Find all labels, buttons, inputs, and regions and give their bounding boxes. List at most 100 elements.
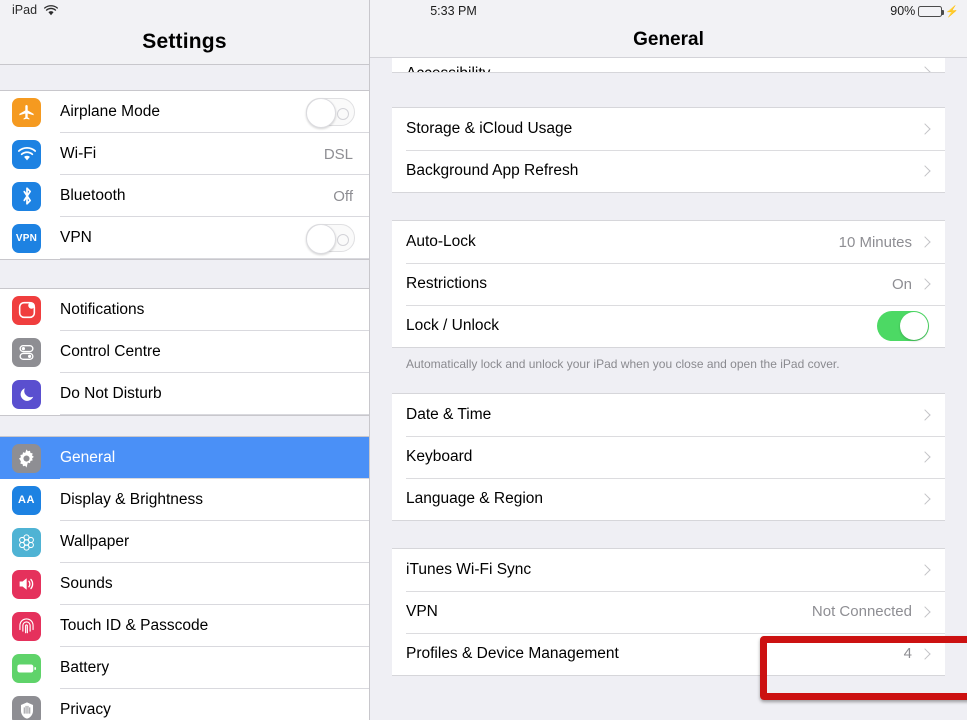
- sidebar-group-gap: [0, 259, 369, 289]
- settings-row-label: Accessibility: [406, 67, 921, 72]
- privacy-icon: [12, 695, 41, 720]
- sidebar-item-label: Sounds: [60, 575, 113, 592]
- notifications-icon: [12, 295, 41, 325]
- chevron-right-icon: [919, 408, 931, 421]
- toggle-switch[interactable]: [306, 98, 355, 128]
- wallpaper-icon: [12, 527, 41, 557]
- toggle-switch[interactable]: [877, 311, 929, 341]
- vpn-icon: VPN: [12, 223, 41, 253]
- toggle-switch[interactable]: [306, 224, 355, 254]
- detail-groups: Accessibility Storage & iCloud Usage Backg…: [370, 58, 967, 676]
- general-detail-panel: 5:33 PM 90% ⚡ General Accessibility Stora…: [370, 0, 967, 720]
- control-centre-icon: [12, 337, 41, 367]
- group-gap: [370, 373, 967, 393]
- sounds-icon: [12, 569, 41, 599]
- sidebar-item-label: Bluetooth: [60, 187, 126, 204]
- sidebar-gap-top: [0, 65, 369, 91]
- settings-row-keyboard[interactable]: Keyboard: [392, 435, 945, 478]
- wifi-icon: [12, 139, 41, 169]
- sidebar-item-wi-fi[interactable]: Wi-Fi DSL: [0, 133, 369, 175]
- settings-row-label: Profiles & Device Management: [406, 644, 619, 662]
- settings-row-label: Date & Time: [406, 405, 492, 423]
- wifi-icon: [44, 4, 58, 16]
- chevron-right-icon: [919, 605, 931, 618]
- settings-row-label: VPN: [406, 602, 438, 620]
- detail-status-bar: 5:33 PM 90% ⚡: [370, 0, 967, 22]
- settings-row-label: Language & Region: [406, 489, 544, 507]
- sidebar-item-label: Privacy: [60, 701, 111, 718]
- settings-row-itunes-wi-fi-sync[interactable]: iTunes Wi-Fi Sync: [392, 548, 945, 591]
- settings-group: Storage & iCloud Usage Background App Ref…: [392, 107, 945, 193]
- settings-row-background-app-refresh[interactable]: Background App Refresh: [392, 150, 945, 192]
- row-divider: [60, 258, 369, 259]
- settings-row-storage-icloud-usage[interactable]: Storage & iCloud Usage: [392, 108, 945, 150]
- chevron-right-icon: [919, 492, 931, 505]
- sidebar-item-do-not-disturb[interactable]: Do Not Disturb: [0, 373, 369, 415]
- chevron-right-icon: [919, 123, 931, 135]
- sidebar-group-gap: [0, 415, 369, 437]
- settings-row-auto-lock[interactable]: Auto-Lock 10 Minutes: [392, 221, 945, 263]
- sidebar-item-vpn[interactable]: VPN VPN: [0, 217, 369, 259]
- settings-row-accessibility[interactable]: Accessibility: [392, 58, 945, 72]
- chevron-right-icon: [919, 66, 931, 72]
- settings-sidebar: iPad Settings Airplane Mode Wi-Fi DSL Bluet…: [0, 0, 370, 720]
- sidebar-item-touch-id-passcode[interactable]: Touch ID & Passcode: [0, 605, 369, 647]
- sidebar-item-value: DSL: [323, 145, 353, 163]
- sidebar-item-battery[interactable]: Battery: [0, 647, 369, 689]
- lightning-bolt-icon: ⚡: [945, 5, 959, 18]
- chevron-right-icon: [919, 647, 931, 660]
- settings-row-value: Not Connected: [811, 603, 912, 621]
- chevron-right-icon: [919, 563, 931, 576]
- sidebar-item-label: Airplane Mode: [60, 103, 160, 120]
- settings-group: Date & Time Keyboard Language & Region: [392, 392, 945, 521]
- detail-scroll-area[interactable]: Accessibility Storage & iCloud Usage Backg…: [370, 58, 967, 720]
- sidebar-groups: Airplane Mode Wi-Fi DSL Bluetooth Off VPN VPN N…: [0, 91, 369, 720]
- sidebar-item-privacy[interactable]: Privacy: [0, 689, 369, 720]
- battery-status: 90% ⚡: [890, 4, 959, 18]
- settings-row-language-region[interactable]: Language & Region: [392, 477, 945, 520]
- settings-group: iTunes Wi-Fi Sync VPN Not Connected Profile…: [392, 547, 945, 676]
- row-divider: [60, 414, 369, 415]
- ipad-settings-screen: iPad Settings Airplane Mode Wi-Fi DSL Bluet…: [0, 0, 967, 720]
- sidebar-item-airplane-mode[interactable]: Airplane Mode: [0, 91, 369, 133]
- settings-row-date-time[interactable]: Date & Time: [392, 393, 945, 436]
- bluetooth-icon: [12, 181, 41, 211]
- sidebar-item-label: Display & Brightness: [60, 491, 204, 508]
- settings-row-value: 4: [903, 645, 912, 663]
- chevron-right-icon: [919, 236, 931, 248]
- battery-icon: [918, 5, 945, 17]
- moon-icon: [12, 379, 41, 409]
- sidebar-status-bar: iPad: [0, 0, 369, 20]
- sidebar-item-display-brightness[interactable]: AA Display & Brightness: [0, 479, 369, 521]
- sidebar-item-label: Do Not Disturb: [60, 385, 162, 402]
- sidebar-item-label: Notifications: [60, 301, 145, 318]
- sidebar-item-sounds[interactable]: Sounds: [0, 563, 369, 605]
- settings-row-label: Keyboard: [406, 447, 473, 465]
- sidebar-item-notifications[interactable]: Notifications: [0, 289, 369, 331]
- group-gap: [370, 193, 967, 220]
- settings-row-restrictions[interactable]: Restrictions On: [392, 263, 945, 305]
- chevron-right-icon: [919, 450, 931, 463]
- sidebar-item-control-centre[interactable]: Control Centre: [0, 331, 369, 373]
- settings-row-label: Background App Refresh: [406, 162, 579, 179]
- status-time: 5:33 PM: [430, 4, 477, 18]
- gear-icon: [12, 443, 41, 473]
- fingerprint-icon: [12, 611, 41, 641]
- settings-row-vpn[interactable]: VPN Not Connected: [392, 590, 945, 633]
- airplane-icon: [12, 97, 41, 127]
- sidebar-item-label: Control Centre: [60, 343, 161, 360]
- sidebar-item-bluetooth[interactable]: Bluetooth Off: [0, 175, 369, 217]
- settings-group: Auto-Lock 10 Minutes Restrictions On Lock / …: [392, 220, 945, 348]
- group-gap: [370, 73, 967, 107]
- sidebar-item-general[interactable]: General: [0, 437, 369, 479]
- battery-percent-label: 90%: [890, 4, 916, 18]
- settings-row-lock-unlock[interactable]: Lock / Unlock: [392, 305, 945, 347]
- sidebar-item-label: General: [60, 449, 116, 466]
- settings-row-profiles-device-management[interactable]: Profiles & Device Management 4: [392, 632, 945, 675]
- sidebar-item-label: Battery: [60, 659, 110, 676]
- sidebar-item-label: Wallpaper: [60, 533, 130, 550]
- sidebar-item-wallpaper[interactable]: Wallpaper: [0, 521, 369, 563]
- battery-icon: [12, 653, 41, 683]
- device-label: iPad: [12, 3, 38, 17]
- sidebar-item-value: Off: [333, 187, 353, 205]
